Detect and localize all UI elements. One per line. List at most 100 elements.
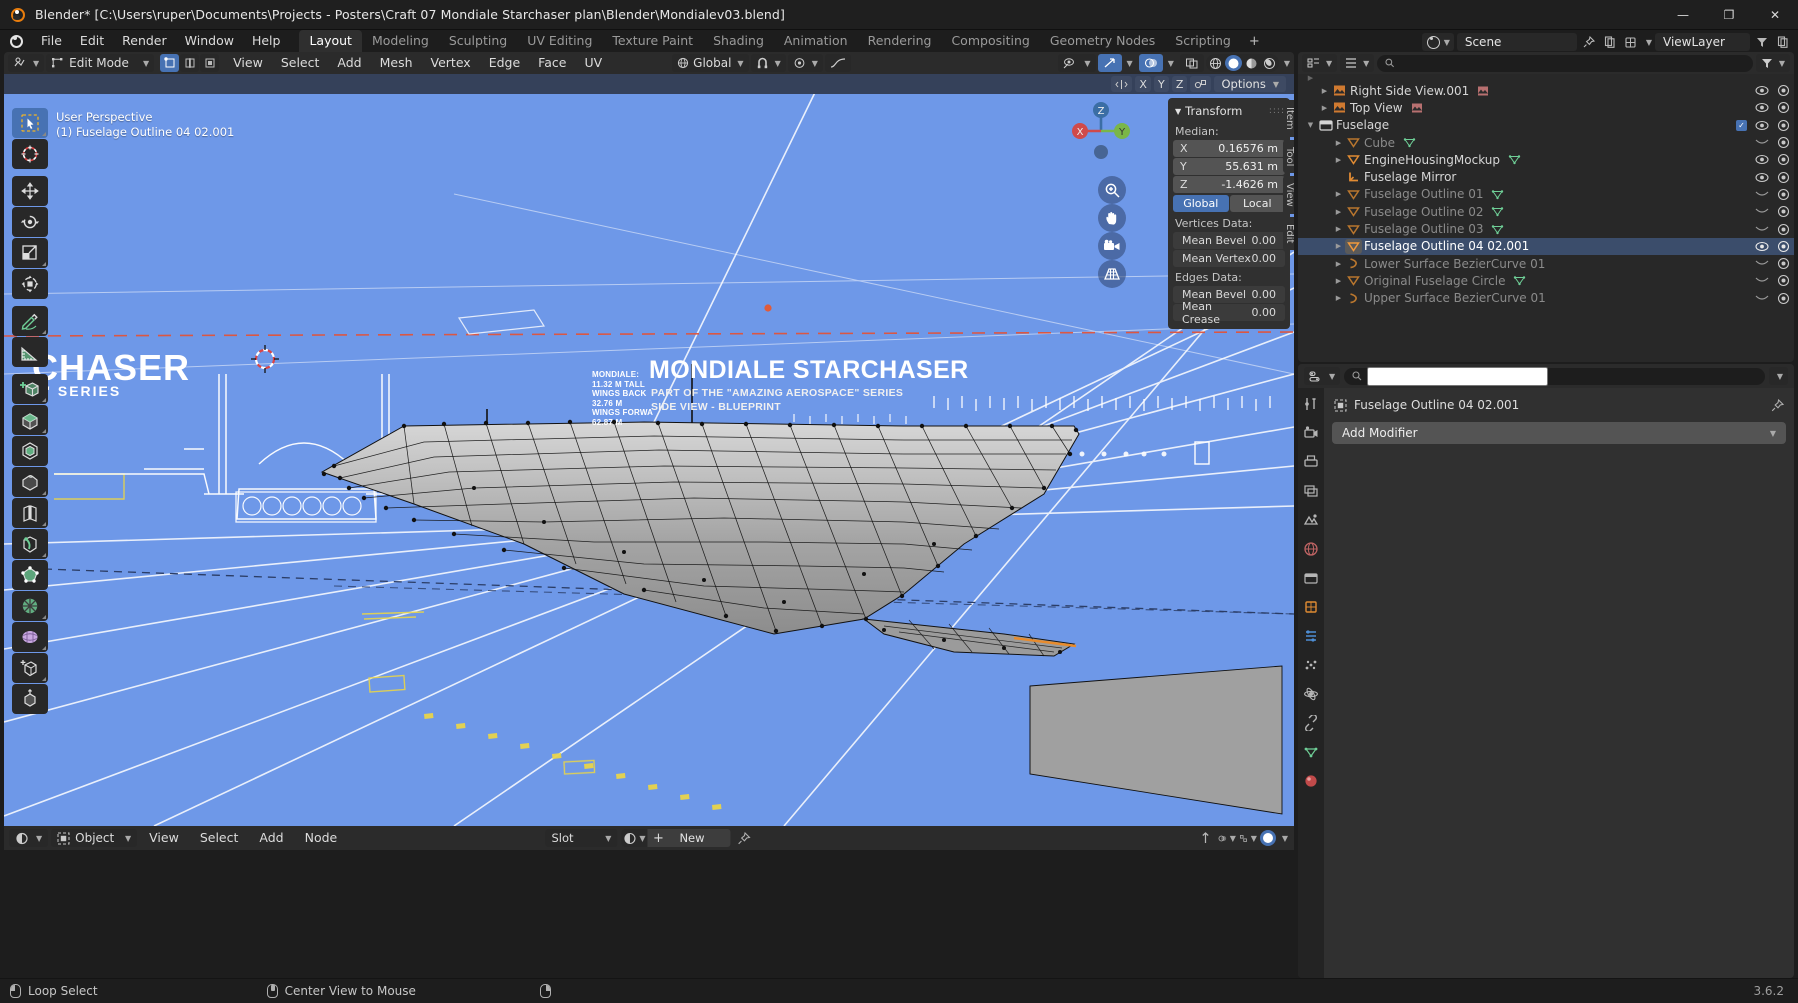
properties-search-field[interactable] (1367, 366, 1549, 386)
shader-menu-add[interactable]: Add (250, 826, 292, 850)
vertex-select-button[interactable] (160, 54, 180, 72)
median-x-field[interactable]: X 0.16576 m (1173, 140, 1285, 157)
cursor-tool[interactable] (12, 139, 48, 169)
disable-in-renders-icon[interactable] (1777, 240, 1790, 253)
tab-layout[interactable]: Layout (299, 30, 362, 52)
sidebar-tab-edit[interactable]: Edit (1283, 216, 1294, 251)
viewport-options-button[interactable]: Options ▼ (1214, 76, 1286, 92)
pin-material-icon[interactable] (735, 829, 753, 847)
camera-view-button[interactable] (1098, 232, 1126, 260)
modifier-properties-tab[interactable] (1301, 626, 1321, 646)
hidden-in-viewport-icon[interactable] (1755, 225, 1769, 234)
tab-compositing[interactable]: Compositing (941, 30, 1039, 52)
outliner-item-fuselage-outline-04-02-001[interactable]: ▶ Fuselage Outline 04 02.001 (1298, 237, 1794, 255)
particle-properties-tab[interactable] (1301, 655, 1321, 675)
poly-build-tool[interactable] (12, 560, 48, 590)
blender-logo-icon[interactable] (8, 33, 24, 49)
properties-search-input[interactable] (1344, 366, 1765, 386)
expand-arrow-icon[interactable]: ▶ (1318, 87, 1331, 95)
rotate-tool[interactable] (12, 207, 48, 237)
disable-in-renders-icon[interactable] (1777, 171, 1790, 184)
material-slot-selector[interactable]: Slot ▼ (545, 829, 618, 847)
zoom-view-button[interactable] (1098, 176, 1126, 204)
edge-slide-tool[interactable] (12, 653, 48, 683)
sidebar-tab-tool[interactable]: Tool (1283, 139, 1294, 174)
world-properties-tab[interactable] (1301, 539, 1321, 559)
outliner-item-fuselage-outline-01[interactable]: ▶ Fuselage Outline 01 (1298, 186, 1794, 203)
expand-arrow-icon[interactable]: ▶ (1332, 156, 1345, 164)
add-modifier-button[interactable]: Add Modifier ▼ (1332, 422, 1786, 444)
shader-type-selector[interactable]: Object ▼ (51, 829, 138, 847)
mesh-data-icon[interactable] (1491, 223, 1505, 236)
menu-file[interactable]: File (32, 30, 71, 52)
new-view-layer-icon[interactable] (1774, 33, 1792, 51)
transform-tool[interactable] (12, 269, 48, 299)
proportional-editing-button[interactable]: ▼ (787, 54, 823, 72)
mesh-data-icon[interactable] (1403, 136, 1417, 149)
material-browse-icon[interactable]: ▼ (621, 829, 648, 847)
spin-tool[interactable] (12, 591, 48, 621)
viewport-menu-view[interactable]: View (225, 52, 271, 74)
viewport-menu-mesh[interactable]: Mesh (372, 52, 421, 74)
add-cube-tool[interactable] (12, 374, 48, 404)
object-properties-tab[interactable] (1301, 597, 1321, 617)
bevel-tool[interactable] (12, 467, 48, 497)
mirror-x-button[interactable]: X (1135, 76, 1151, 92)
move-tool[interactable] (12, 176, 48, 206)
measure-tool[interactable] (12, 337, 48, 367)
rendered-shading-button[interactable] (1261, 55, 1278, 71)
mirror-y-button[interactable]: Y (1153, 76, 1169, 92)
disable-in-renders-icon[interactable] (1777, 274, 1790, 287)
falloff-curve-button[interactable] (824, 54, 851, 72)
show-overlays-button[interactable] (1138, 54, 1163, 72)
disable-in-renders-icon[interactable] (1777, 101, 1790, 114)
tool-properties-tab[interactable] (1301, 394, 1321, 414)
render-properties-tab[interactable] (1301, 423, 1321, 443)
3d-viewport[interactable]: CHASER E" SERIES MONDIALE STARCHASER PAR… (4, 74, 1294, 826)
annotate-tool[interactable] (12, 306, 48, 336)
outliner-item-fuselage-mirror[interactable]: Fuselage Mirror (1298, 168, 1794, 185)
view-layer-name-field[interactable]: ViewLayer (1655, 33, 1750, 51)
view-layer-browse-icon[interactable] (1622, 33, 1640, 51)
tweak-select-box-tool[interactable] (12, 108, 48, 138)
hidden-in-viewport-icon[interactable] (1755, 190, 1769, 199)
menu-help[interactable]: Help (243, 30, 290, 52)
properties-options-button[interactable]: ▼ (1768, 367, 1788, 385)
expand-arrow-icon[interactable]: ▶ (1332, 260, 1345, 268)
scene-properties-tab[interactable] (1301, 510, 1321, 530)
expand-arrow-icon[interactable]: ▶ (1332, 139, 1345, 147)
outliner-item-fuselage-outline-02[interactable]: ▶ Fuselage Outline 02 (1298, 203, 1794, 220)
maximize-button[interactable]: ❐ (1706, 0, 1752, 30)
outliner-filter-button[interactable]: ▼ (1755, 54, 1790, 72)
expand-arrow-icon[interactable]: ▼ (1304, 121, 1317, 129)
new-scene-icon[interactable] (1601, 33, 1619, 51)
toggle-perspective-button[interactable] (1098, 260, 1126, 288)
median-z-field[interactable]: Z -1.4626 m (1173, 176, 1285, 193)
expand-arrow-icon[interactable]: ▶ (1332, 225, 1345, 233)
viewport-menu-add[interactable]: Add (329, 52, 369, 74)
smooth-tool[interactable] (12, 622, 48, 652)
tab-animation[interactable]: Animation (774, 30, 858, 52)
collection-properties-tab[interactable] (1301, 568, 1321, 588)
hide-in-viewport-icon[interactable] (1755, 154, 1769, 165)
mesh-data-icon[interactable] (1508, 153, 1522, 166)
outliner-item-lower-surface-beziercurve-01[interactable]: ▶ Lower Surface BezierCurve 01 (1298, 255, 1794, 272)
disable-in-renders-icon[interactable] (1777, 153, 1790, 166)
scale-tool[interactable] (12, 238, 48, 268)
object-data-properties-tab[interactable] (1301, 742, 1321, 762)
mirror-options-icon[interactable] (1111, 76, 1133, 92)
hide-in-viewport-icon[interactable] (1755, 241, 1769, 252)
sidebar-tab-view[interactable]: View (1283, 176, 1294, 214)
hide-in-viewport-icon[interactable] (1755, 85, 1769, 96)
tab-geometry-nodes[interactable]: Geometry Nodes (1040, 30, 1165, 52)
outliner-item-fuselage-outline-03[interactable]: ▶ Fuselage Outline 03 (1298, 220, 1794, 237)
disable-in-renders-icon[interactable] (1777, 188, 1790, 201)
minimize-button[interactable]: — (1660, 0, 1706, 30)
disable-in-renders-icon[interactable] (1777, 257, 1790, 270)
mode-selector[interactable]: Edit Mode ▼ (46, 54, 155, 72)
knife-tool[interactable] (12, 529, 48, 559)
hidden-in-viewport-icon[interactable] (1755, 259, 1769, 268)
solid-shading-button[interactable] (1224, 55, 1242, 71)
snapping-magnet-button[interactable]: ▼ (750, 54, 786, 72)
disable-in-renders-icon[interactable] (1777, 136, 1790, 149)
